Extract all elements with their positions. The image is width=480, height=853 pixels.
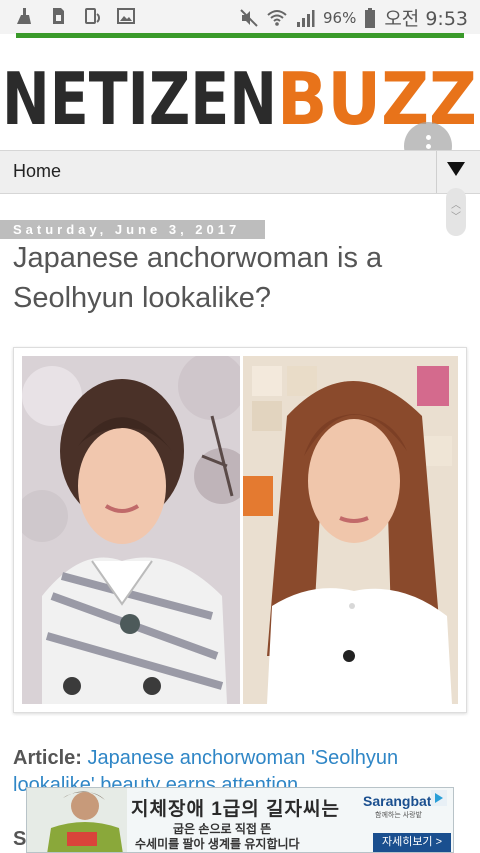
comparison-photo (22, 356, 458, 704)
mute-icon (240, 8, 258, 27)
ad-subline: 수세미를 팔아 생계를 유지합니다 (135, 837, 300, 851)
gallery-icon (117, 8, 135, 24)
battery-icon (365, 7, 376, 28)
chevron-down-icon: ﹀ (451, 212, 461, 223)
wifi-icon (267, 9, 287, 26)
nav-bar: Home (0, 150, 480, 194)
ad-headline: 지체장애 1급의 길자씨는 (131, 799, 340, 820)
battery-percent: 96% (322, 8, 357, 27)
chevron-up-icon: ︿ (451, 200, 461, 211)
status-bar: 96% 오전 9:53 (0, 0, 480, 34)
cleaner-icon (17, 8, 31, 24)
clock-time: 오전 9:53 (384, 8, 468, 30)
site-logo[interactable]: NETIZEN BUZZ (0, 44, 480, 144)
next-section-partial: S (13, 828, 27, 850)
status-icons-right: 96% 오전 9:53 (239, 4, 468, 31)
logo-text-buzz: BUZZ (277, 57, 477, 141)
nav-divider (436, 151, 437, 193)
ad-cta-button[interactable]: 자세히보기 > (373, 833, 451, 852)
screen-rotate-icon (85, 8, 100, 24)
ad-brand-subtitle: 함께하는 사랑밭 (375, 812, 423, 819)
status-icons-left (14, 6, 136, 26)
post-title[interactable]: Japanese anchorwoman is a Seolhyun looka… (13, 238, 453, 318)
ad-banner[interactable]: 지체장애 1급의 길자씨는 굽은 손으로 직접 뜬 수세미를 팔아 생계를 유지… (26, 787, 454, 853)
scroll-handle[interactable]: ︿ ﹀ (446, 188, 466, 236)
ad-image (27, 788, 127, 852)
sim-card-icon (53, 8, 64, 24)
dot (425, 134, 431, 140)
ad-choices-icon[interactable] (431, 790, 447, 806)
signal-icon (296, 9, 315, 27)
post-image[interactable] (13, 347, 467, 713)
dot (425, 143, 431, 149)
ad-brand-logo: Sarangbat (363, 793, 432, 809)
article-label: Article: (13, 747, 82, 769)
nav-home-link[interactable]: Home (13, 161, 61, 182)
post-date: Saturday, June 3, 2017 (0, 220, 265, 239)
logo-text-netizen: NETIZEN (2, 57, 277, 141)
dropdown-arrow-icon[interactable] (447, 162, 465, 176)
header-accent-line (16, 33, 464, 38)
